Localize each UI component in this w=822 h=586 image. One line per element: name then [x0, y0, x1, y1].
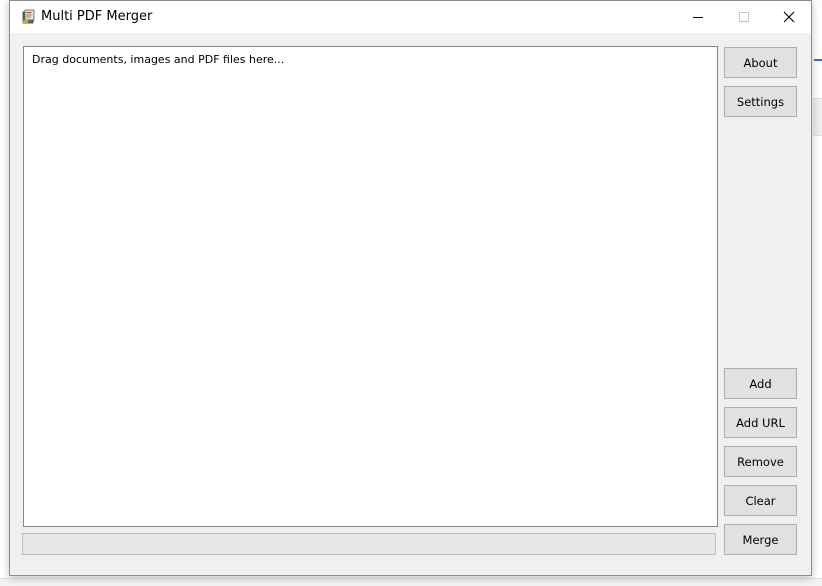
- title-bar[interactable]: Multi PDF Merger: [10, 1, 811, 33]
- merge-progress-bar: [22, 533, 716, 555]
- maximize-button[interactable]: [721, 1, 767, 33]
- minimize-icon: [693, 17, 703, 18]
- maximize-icon: [739, 12, 749, 22]
- close-button[interactable]: [766, 1, 812, 33]
- file-drop-list[interactable]: Drag documents, images and PDF files her…: [23, 46, 718, 527]
- app-window: Multi PDF Merger Drag documents, images …: [9, 0, 812, 576]
- background-window-accent: [814, 59, 822, 61]
- clear-button[interactable]: Clear: [724, 485, 797, 516]
- merge-button[interactable]: Merge: [724, 524, 797, 555]
- background-window-edge: [813, 98, 822, 136]
- drop-hint-text: Drag documents, images and PDF files her…: [32, 53, 285, 66]
- pdf-merger-app-icon: [22, 9, 35, 24]
- add-button[interactable]: Add: [724, 368, 797, 399]
- close-icon: [783, 11, 795, 23]
- window-title: Multi PDF Merger: [41, 9, 153, 24]
- settings-button[interactable]: Settings: [724, 86, 797, 117]
- desktop-background: Multi PDF Merger Drag documents, images …: [0, 0, 822, 586]
- about-button[interactable]: About: [724, 47, 797, 78]
- minimize-button[interactable]: [675, 1, 721, 33]
- remove-button[interactable]: Remove: [724, 446, 797, 477]
- add-url-button[interactable]: Add URL: [724, 407, 797, 438]
